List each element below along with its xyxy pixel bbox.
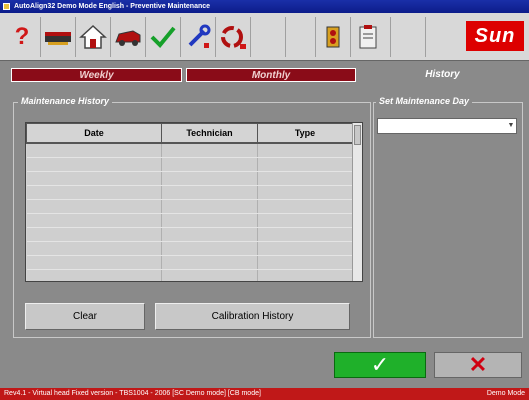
maintenance-day-panel: [373, 102, 523, 338]
table-row[interactable]: [26, 213, 353, 228]
table-cell: [26, 157, 162, 172]
tab-monthly[interactable]: Monthly: [186, 68, 356, 82]
table-cell: [161, 255, 258, 270]
table-row[interactable]: [26, 157, 353, 172]
window-title: AutoAlign32 Demo Mode English - Preventi…: [14, 3, 211, 10]
column-header-type[interactable]: Type: [257, 123, 353, 144]
table-cell: [161, 171, 258, 186]
ok-button[interactable]: ✓: [334, 352, 426, 378]
table-cell: [257, 185, 353, 200]
cancel-button[interactable]: ✕: [434, 352, 522, 378]
table-row[interactable]: [26, 143, 353, 158]
set-maintenance-day-title: Set Maintenance Day: [376, 96, 473, 106]
column-header-technician[interactable]: Technician: [161, 123, 258, 144]
table-cell: [26, 241, 162, 256]
column-header-date[interactable]: Date: [26, 123, 162, 144]
vertical-scrollbar[interactable]: [352, 123, 362, 281]
table-cell: [26, 185, 162, 200]
blank-slot: [250, 17, 284, 57]
table-cell: [257, 269, 353, 281]
table-cell: [26, 255, 162, 270]
toolbar: ? Sun: [0, 13, 529, 61]
table-cell: [161, 213, 258, 228]
app-icon: [3, 3, 10, 10]
checkmark-icon[interactable]: [145, 17, 179, 57]
table-cell: [257, 199, 353, 214]
table-cell: [26, 171, 162, 186]
blank-slot: [425, 17, 459, 57]
sensor-icon[interactable]: [315, 17, 349, 57]
table-cell: [161, 143, 258, 158]
table-cell: [161, 185, 258, 200]
table-cell: [26, 227, 162, 242]
rotate-icon[interactable]: [215, 17, 249, 57]
table-cell: [161, 157, 258, 172]
table-row[interactable]: [26, 269, 353, 281]
help-icon[interactable]: ?: [5, 17, 39, 57]
blank-slot: [390, 17, 424, 57]
table-row[interactable]: [26, 185, 353, 200]
table-cell: [161, 269, 258, 281]
table-cell: [257, 171, 353, 186]
tab-history[interactable]: History: [360, 68, 525, 82]
table-cell: [26, 199, 162, 214]
table-row[interactable]: [26, 241, 353, 256]
table-cell: [161, 199, 258, 214]
table-row[interactable]: [26, 227, 353, 242]
blank-slot: [285, 17, 319, 57]
tab-weekly[interactable]: Weekly: [11, 68, 182, 82]
table-cell: [26, 143, 162, 158]
table-cell: [161, 241, 258, 256]
chevron-down-icon[interactable]: ▼: [506, 119, 516, 133]
wrench-icon[interactable]: [180, 17, 214, 57]
clipboard-icon[interactable]: [350, 17, 384, 57]
status-text: Rev4.1 - Virtual head Fixed version - TB…: [4, 390, 261, 397]
table-cell: [257, 143, 353, 158]
table-row[interactable]: [26, 199, 353, 214]
clear-button[interactable]: Clear: [25, 303, 145, 330]
sun-logo: Sun: [466, 21, 524, 51]
close-icon: ✕: [468, 352, 488, 377]
home-icon[interactable]: [75, 17, 109, 57]
table-cell: [257, 213, 353, 228]
table-cell: [161, 227, 258, 242]
mode-indicator: Demo Mode: [486, 390, 525, 397]
status-bar: Rev4.1 - Virtual head Fixed version - TB…: [0, 388, 529, 400]
calibration-history-button[interactable]: Calibration History: [155, 303, 350, 330]
table-row[interactable]: [26, 171, 353, 186]
table-cell: [257, 255, 353, 270]
table-cell: [257, 227, 353, 242]
history-table-body: [26, 143, 353, 281]
scrollbar-thumb[interactable]: [354, 125, 361, 145]
checkmark-icon: ✓: [370, 352, 390, 377]
maintenance-history-title: Maintenance History: [18, 96, 113, 106]
maintenance-day-select[interactable]: ▼: [377, 118, 517, 134]
table-cell: [257, 157, 353, 172]
table-cell: [257, 241, 353, 256]
table-cell: [26, 269, 162, 281]
car-icon[interactable]: [110, 17, 144, 57]
table-cell: [26, 213, 162, 228]
vehicle-icon[interactable]: [40, 17, 74, 57]
history-table: Date Technician Type: [25, 122, 363, 282]
table-row[interactable]: [26, 255, 353, 270]
window-title-bar: AutoAlign32 Demo Mode English - Preventi…: [0, 0, 529, 13]
